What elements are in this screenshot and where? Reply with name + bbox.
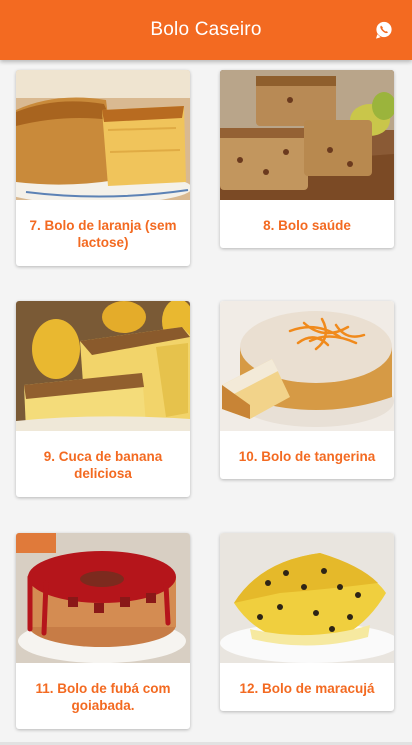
orange-cake-photo — [16, 70, 190, 200]
recipe-card[interactable]: 12. Bolo de maracujá — [220, 533, 394, 711]
recipe-card[interactable]: 7. Bolo de laranja (sem lactose) — [16, 70, 190, 266]
recipe-grid: 7. Bolo de laranja (sem lactose) 8. Bolo… — [0, 60, 412, 745]
recipe-card[interactable]: 11. Bolo de fubá com goiabada. — [16, 533, 190, 729]
recipe-card[interactable]: 10. Bolo de tangerina — [220, 301, 394, 479]
recipe-title: 12. Bolo de maracujá — [239, 681, 375, 696]
app-bar: Bolo Caseiro — [0, 0, 412, 60]
whatsapp-icon[interactable] — [374, 20, 394, 40]
app-title: Bolo Caseiro — [150, 19, 262, 40]
recipe-card[interactable]: 9. Cuca de banana deliciosa — [16, 301, 190, 497]
banana-cuca-photo — [16, 301, 190, 431]
recipe-title: 9. Cuca de banana deliciosa — [43, 449, 163, 481]
recipe-title: 7. Bolo de laranja (sem lactose) — [29, 218, 177, 250]
health-cake-photo — [220, 70, 394, 200]
recipe-title: 11. Bolo de fubá com goiabada. — [35, 681, 171, 713]
recipe-card[interactable]: 8. Bolo saúde — [220, 70, 394, 248]
tangerine-cake-photo — [220, 301, 394, 431]
recipe-title: 8. Bolo saúde — [263, 218, 351, 233]
passion-fruit-cake-photo — [220, 533, 394, 663]
cornmeal-guava-cake-photo — [16, 533, 190, 663]
recipe-title: 10. Bolo de tangerina — [238, 449, 376, 464]
